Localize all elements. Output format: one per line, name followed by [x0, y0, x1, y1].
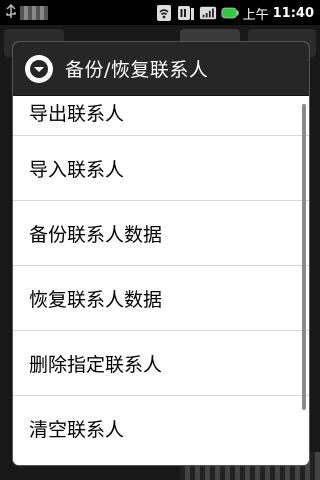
usb-icon — [4, 3, 18, 20]
dialog-header: 备份/恢复联系人 — [13, 42, 309, 96]
scrollbar[interactable] — [302, 104, 306, 410]
menu-item-import-contacts[interactable]: 导入联系人 — [13, 136, 309, 201]
sim-icon — [177, 4, 195, 22]
battery-icon — [221, 4, 239, 22]
menu-item-label: 导入联系人 — [29, 158, 125, 181]
menu-item-label: 删除指定联系人 — [29, 353, 163, 376]
menu-item-delete-selected-contacts[interactable]: 删除指定联系人 — [13, 331, 309, 396]
menu-list: 导出联系人 导入联系人 备份联系人数据 恢复联系人数据 删除指定联系人 清空联系… — [13, 96, 309, 465]
dialog-title: 备份/恢复联系人 — [65, 59, 209, 81]
menu-item-label: 恢复联系人数据 — [29, 288, 163, 311]
notification-blurred — [20, 6, 48, 20]
menu-item-label: 导出联系人 — [29, 103, 125, 125]
menu-item-export-contacts[interactable]: 导出联系人 — [13, 96, 309, 136]
menu-item-label: 备份联系人数据 — [29, 223, 163, 246]
chevron-down-circle-icon — [25, 54, 53, 83]
status-bar: 上午 11:40 — [0, 0, 320, 25]
clock-time: 11:40 — [272, 5, 314, 21]
menu-item-label: 清空联系人 — [29, 419, 125, 441]
clock-ampm: 上午 — [242, 7, 269, 23]
wifi-icon — [155, 4, 173, 22]
backup-restore-dialog: 备份/恢复联系人 导出联系人 导入联系人 备份联系人数据 恢复联系人数据 删除指… — [13, 42, 309, 465]
signal-icon — [199, 4, 217, 22]
menu-item-clear-contacts[interactable]: 清空联系人 — [13, 396, 309, 461]
menu-item-backup-contacts[interactable]: 备份联系人数据 — [13, 201, 309, 266]
status-icons: 上午 11:40 — [155, 3, 314, 23]
menu-item-restore-contacts[interactable]: 恢复联系人数据 — [13, 266, 309, 331]
